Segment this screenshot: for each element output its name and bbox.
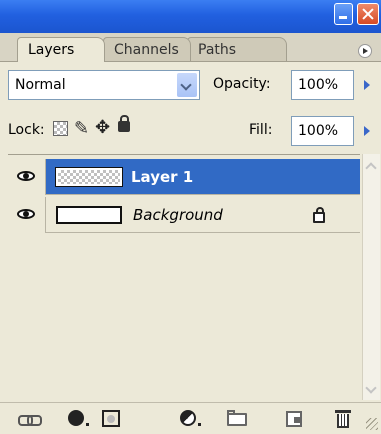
eye-icon (17, 171, 35, 181)
scroll-down-icon[interactable] (363, 382, 380, 398)
layer-name: Background (133, 206, 223, 224)
lock-label: Lock: (8, 122, 45, 138)
title-bar[interactable] (0, 0, 381, 33)
vertical-scrollbar[interactable] (362, 154, 380, 400)
bottom-toolbar (0, 402, 381, 434)
layer-style-icon[interactable] (66, 409, 90, 429)
layer-row-background[interactable]: Background (8, 197, 360, 233)
lock-all-icon[interactable] (118, 115, 130, 132)
tab-channels[interactable]: Channels (103, 37, 191, 61)
lock-image-pixels-icon[interactable]: ✎ (74, 118, 89, 139)
tab-layers[interactable]: Layers (17, 37, 105, 62)
new-layer-icon[interactable] (284, 409, 308, 429)
tab-paths[interactable]: Paths (187, 37, 287, 61)
chevron-down-icon[interactable] (177, 73, 197, 97)
layer-thumbnail (56, 206, 122, 224)
lock-transparency-icon[interactable] (53, 121, 68, 136)
fill-input[interactable]: 100% (291, 116, 354, 146)
lock-icon (313, 207, 325, 223)
blend-mode-select[interactable]: Normal (8, 70, 200, 100)
fill-slider-arrow-icon[interactable] (356, 117, 378, 145)
layer-thumbnail (55, 167, 123, 187)
tab-strip: Paths Channels Layers (0, 33, 381, 62)
scroll-up-icon[interactable] (363, 158, 380, 174)
fill-label: Fill: (249, 122, 273, 138)
eye-icon (17, 209, 35, 219)
resize-grip-icon[interactable] (366, 418, 378, 430)
panel-menu-button[interactable] (358, 44, 372, 58)
layers-list: Layer 1 Background (8, 154, 360, 401)
opacity-input[interactable]: 100% (291, 70, 354, 100)
opacity-slider-arrow-icon[interactable] (356, 71, 378, 99)
layers-panel: Paths Channels Layers Normal Opacity: 10… (0, 0, 381, 434)
link-layers-icon[interactable] (18, 409, 42, 429)
blend-mode-value: Normal (15, 77, 66, 93)
layer-mask-icon[interactable] (100, 409, 124, 429)
opacity-label: Opacity: (213, 76, 271, 92)
layer-row-layer-1[interactable]: Layer 1 (8, 159, 360, 195)
layer-name: Layer 1 (131, 168, 194, 186)
delete-layer-icon[interactable] (332, 409, 356, 429)
close-button[interactable] (357, 3, 379, 25)
new-group-icon[interactable] (226, 409, 250, 429)
adjustment-layer-icon[interactable] (178, 409, 202, 429)
visibility-toggle[interactable] (8, 197, 46, 233)
minimize-button[interactable] (334, 3, 353, 25)
visibility-toggle[interactable] (8, 159, 46, 195)
lock-position-icon[interactable]: ✥ (95, 117, 110, 138)
